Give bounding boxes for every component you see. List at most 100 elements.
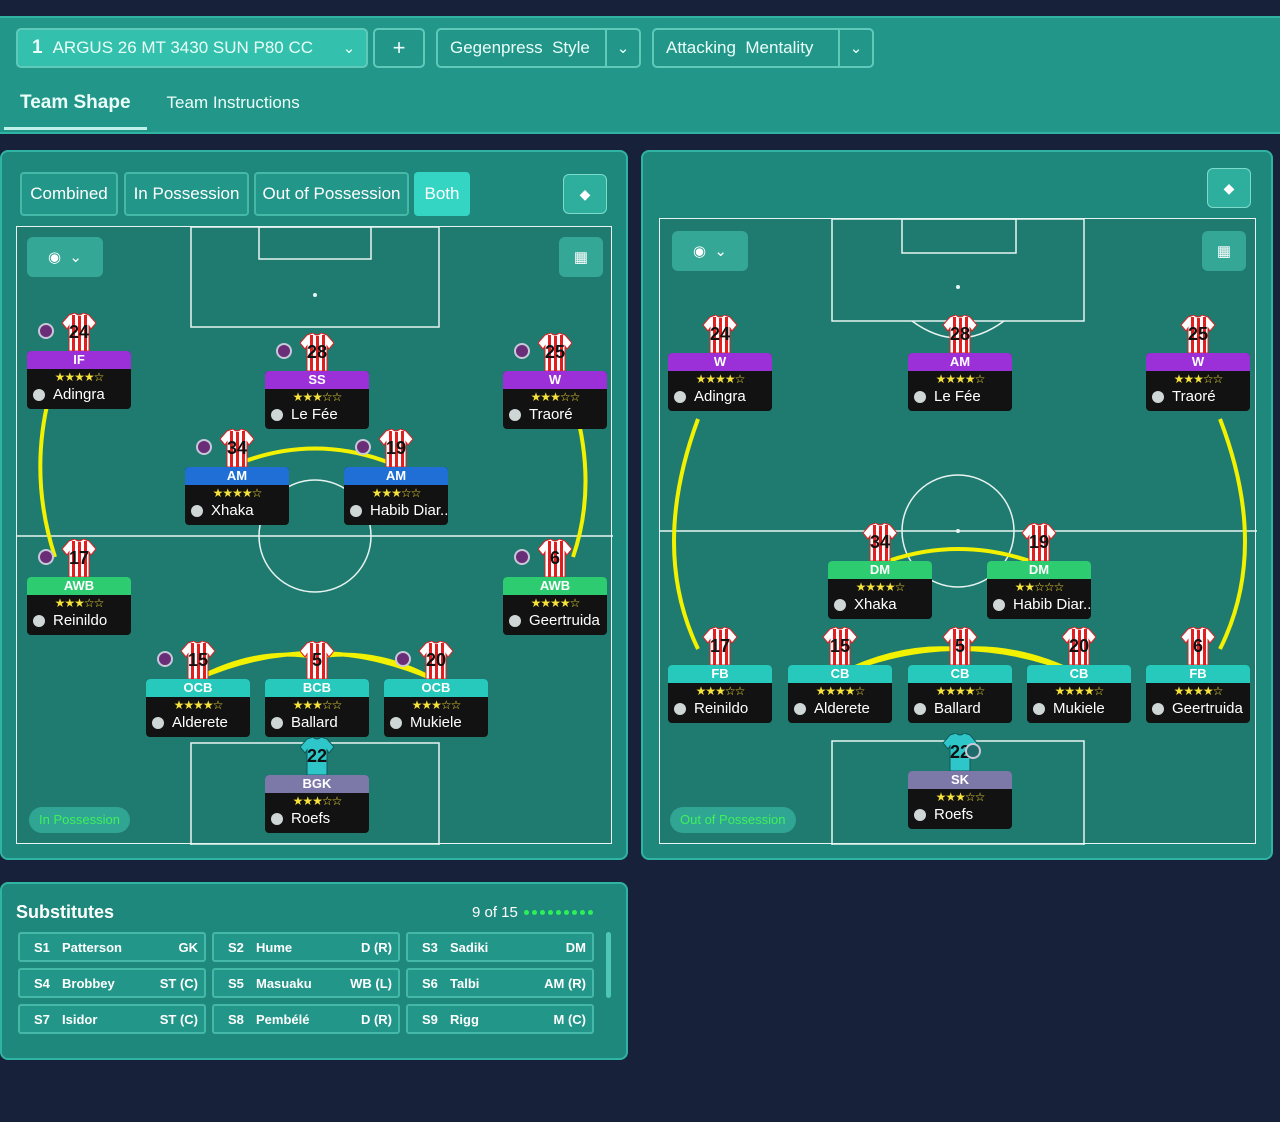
style-value: Gegenpress — [450, 38, 543, 57]
role-rating-stars: ★★★★☆ — [815, 684, 866, 698]
substitute-item[interactable]: S6 Talbi AM (R) — [406, 968, 594, 998]
role-rating-stars: ★★☆☆☆ — [1014, 580, 1065, 594]
shirt-icon: 6 — [1180, 626, 1216, 666]
player-card[interactable]: 22 SK ★★★☆☆ Roefs — [908, 732, 1012, 829]
player-card[interactable]: 20 OCB ★★★☆☆ Mukiele — [384, 640, 488, 737]
sub-slot: S7 — [34, 1011, 50, 1027]
view-combined-button[interactable]: Combined — [20, 172, 118, 216]
mentality-selector[interactable]: Attacking Mentality ⌄ — [652, 28, 874, 68]
player-role: CB — [1027, 665, 1131, 683]
sub-name: Isidor — [62, 1011, 98, 1027]
player-info: CB ★★★★☆ Alderete — [788, 665, 892, 723]
view-in-possession-button[interactable]: In Possession — [124, 172, 249, 216]
player-name: Xhaka — [828, 595, 932, 617]
view-out-of-possession-button[interactable]: Out of Possession — [254, 172, 409, 216]
player-card[interactable]: 15 CB ★★★★☆ Alderete — [788, 626, 892, 723]
player-role: W — [668, 353, 772, 371]
substitute-item[interactable]: S7 Isidor ST (C) — [18, 1004, 206, 1034]
instruction-icon[interactable] — [38, 323, 54, 339]
grid-icon[interactable]: ▦ — [1202, 231, 1246, 271]
instruction-icon[interactable] — [38, 549, 54, 565]
visibility-toggle[interactable]: ◉ ⌄ — [672, 231, 748, 271]
substitutes-panel: Substitutes 9 of 15 S1 Patterson GK S2 Hume D… — [0, 882, 628, 1060]
tab-team-instructions[interactable]: Team Instructions — [151, 88, 316, 134]
shirt-number: 20 — [425, 650, 447, 670]
shirt-number: 25 — [544, 342, 566, 362]
player-card[interactable]: 15 OCB ★★★★☆ Alderete — [146, 640, 250, 737]
instruction-icon[interactable] — [157, 651, 173, 667]
player-card[interactable]: 34 AM ★★★★☆ Xhaka — [185, 428, 289, 525]
player-card[interactable]: 24 W ★★★★☆ Adingra — [668, 314, 772, 411]
visibility-toggle[interactable]: ◉ ⌄ — [27, 237, 103, 277]
instruction-icon[interactable] — [395, 651, 411, 667]
sub-name: Masuaku — [256, 975, 312, 991]
player-card[interactable]: 25 W ★★★☆☆ Traoré — [1146, 314, 1250, 411]
player-card[interactable]: 24 IF ★★★★☆ Adingra — [27, 312, 131, 409]
instruction-icon[interactable] — [355, 439, 371, 455]
instruction-icon[interactable] — [514, 549, 530, 565]
player-card[interactable]: 25 W ★★★☆☆ Traoré — [503, 332, 607, 429]
role-rating-stars: ★★★☆☆ — [530, 390, 581, 404]
sub-position: AM (R) — [544, 975, 586, 991]
sub-slot: S9 — [422, 1011, 438, 1027]
player-card[interactable]: 28 SS ★★★☆☆ Le Fée — [265, 332, 369, 429]
instruction-icon[interactable] — [514, 343, 530, 359]
instruction-icon[interactable] — [276, 343, 292, 359]
substitute-item[interactable]: S2 Hume D (R) — [212, 932, 400, 962]
player-role: W — [503, 371, 607, 389]
add-tactic-button[interactable]: + — [373, 28, 425, 68]
substitute-item[interactable]: S4 Brobbey ST (C) — [18, 968, 206, 998]
shirt-icon: 17 — [38, 538, 97, 578]
player-card[interactable]: 6 FB ★★★★☆ Geertruida — [1146, 626, 1250, 723]
sub-slot: S3 — [422, 939, 438, 955]
chevron-down-icon[interactable]: ⌄ — [838, 30, 872, 66]
instruction-icon[interactable] — [965, 743, 981, 759]
substitutes-count-dots — [524, 910, 593, 915]
substitute-item[interactable]: S9 Rigg M (C) — [406, 1004, 594, 1034]
sub-position: ST (C) — [159, 1011, 198, 1027]
sub-position: DM — [565, 939, 586, 955]
eraser-icon[interactable]: ◆ — [563, 174, 607, 214]
scrollbar[interactable] — [606, 932, 611, 998]
player-card[interactable]: 17 FB ★★★☆☆ Reinildo — [668, 626, 772, 723]
player-card[interactable]: 5 BCB ★★★☆☆ Ballard — [265, 640, 369, 737]
chevron-down-icon: ⌄ — [69, 249, 82, 266]
instruction-icon[interactable] — [196, 439, 212, 455]
tab-team-shape[interactable]: Team Shape — [4, 88, 147, 130]
tactic-selector[interactable]: 1 ARGUS 26 MT 3430 SUN P80 CC ⌄ — [16, 28, 368, 68]
style-selector[interactable]: Gegenpress Style ⌄ — [436, 28, 641, 68]
sub-slot: S8 — [228, 1011, 244, 1027]
player-role: SK — [908, 771, 1012, 789]
mentality-label: Mentality — [745, 38, 814, 57]
player-name: Xhaka — [185, 501, 289, 523]
shirt-icon: 25 — [1180, 314, 1216, 354]
player-card[interactable]: 20 CB ★★★★☆ Mukiele — [1027, 626, 1131, 723]
shirt-icon: 34 — [862, 522, 898, 562]
shirt-icon: 17 — [702, 626, 738, 666]
substitute-item[interactable]: S3 Sadiki DM — [406, 932, 594, 962]
player-info: W ★★★☆☆ Traoré — [503, 371, 607, 429]
substitute-item[interactable]: S5 Masuaku WB (L) — [212, 968, 400, 998]
chevron-down-icon[interactable]: ⌄ — [605, 30, 639, 66]
substitute-item[interactable]: S1 Patterson GK — [18, 932, 206, 962]
chevron-down-icon[interactable]: ⌄ — [332, 30, 366, 66]
player-info: SS ★★★☆☆ Le Fée — [265, 371, 369, 429]
player-card[interactable]: 6 AWB ★★★★☆ Geertruida — [503, 538, 607, 635]
player-card[interactable]: 19 DM ★★☆☆☆ Habib Diar... — [987, 522, 1091, 619]
grid-icon[interactable]: ▦ — [559, 237, 603, 277]
player-card[interactable]: 5 CB ★★★★☆ Ballard — [908, 626, 1012, 723]
eraser-icon[interactable]: ◆ — [1207, 168, 1251, 208]
player-card[interactable]: 19 AM ★★★☆☆ Habib Diar... — [344, 428, 448, 525]
player-card[interactable]: 28 AM ★★★★☆ Le Fée — [908, 314, 1012, 411]
player-role: DM — [828, 561, 932, 579]
player-card[interactable]: 17 AWB ★★★☆☆ Reinildo — [27, 538, 131, 635]
player-info: DM ★★★★☆ Xhaka — [828, 561, 932, 619]
player-card[interactable]: 22 BGK ★★★☆☆ Roefs — [265, 736, 369, 833]
shirt-icon: 5 — [942, 626, 978, 666]
role-rating-stars: ★★★★☆ — [935, 372, 986, 386]
substitute-item[interactable]: S8 Pembélé D (R) — [212, 1004, 400, 1034]
player-info: OCB ★★★☆☆ Mukiele — [384, 679, 488, 737]
mode-label: Out of Possession — [670, 807, 796, 833]
player-card[interactable]: 34 DM ★★★★☆ Xhaka — [828, 522, 932, 619]
view-both-button[interactable]: Both — [414, 172, 470, 216]
